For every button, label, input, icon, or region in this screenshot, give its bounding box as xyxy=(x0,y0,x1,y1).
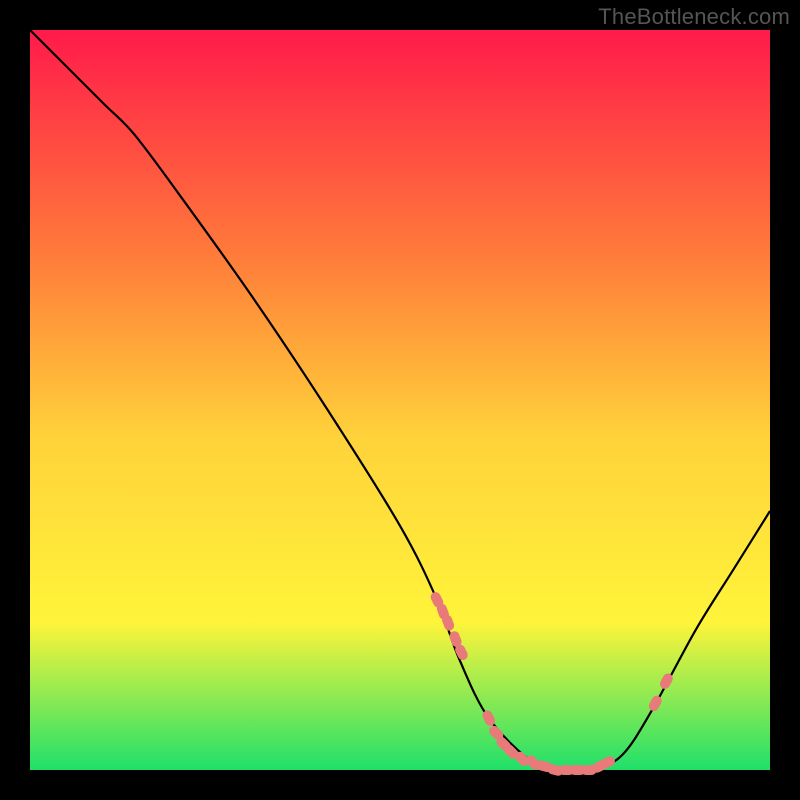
watermark-text: TheBottleneck.com xyxy=(598,4,790,30)
bottleneck-plot xyxy=(0,0,800,800)
chart-container: TheBottleneck.com xyxy=(0,0,800,800)
plot-background xyxy=(30,30,770,770)
